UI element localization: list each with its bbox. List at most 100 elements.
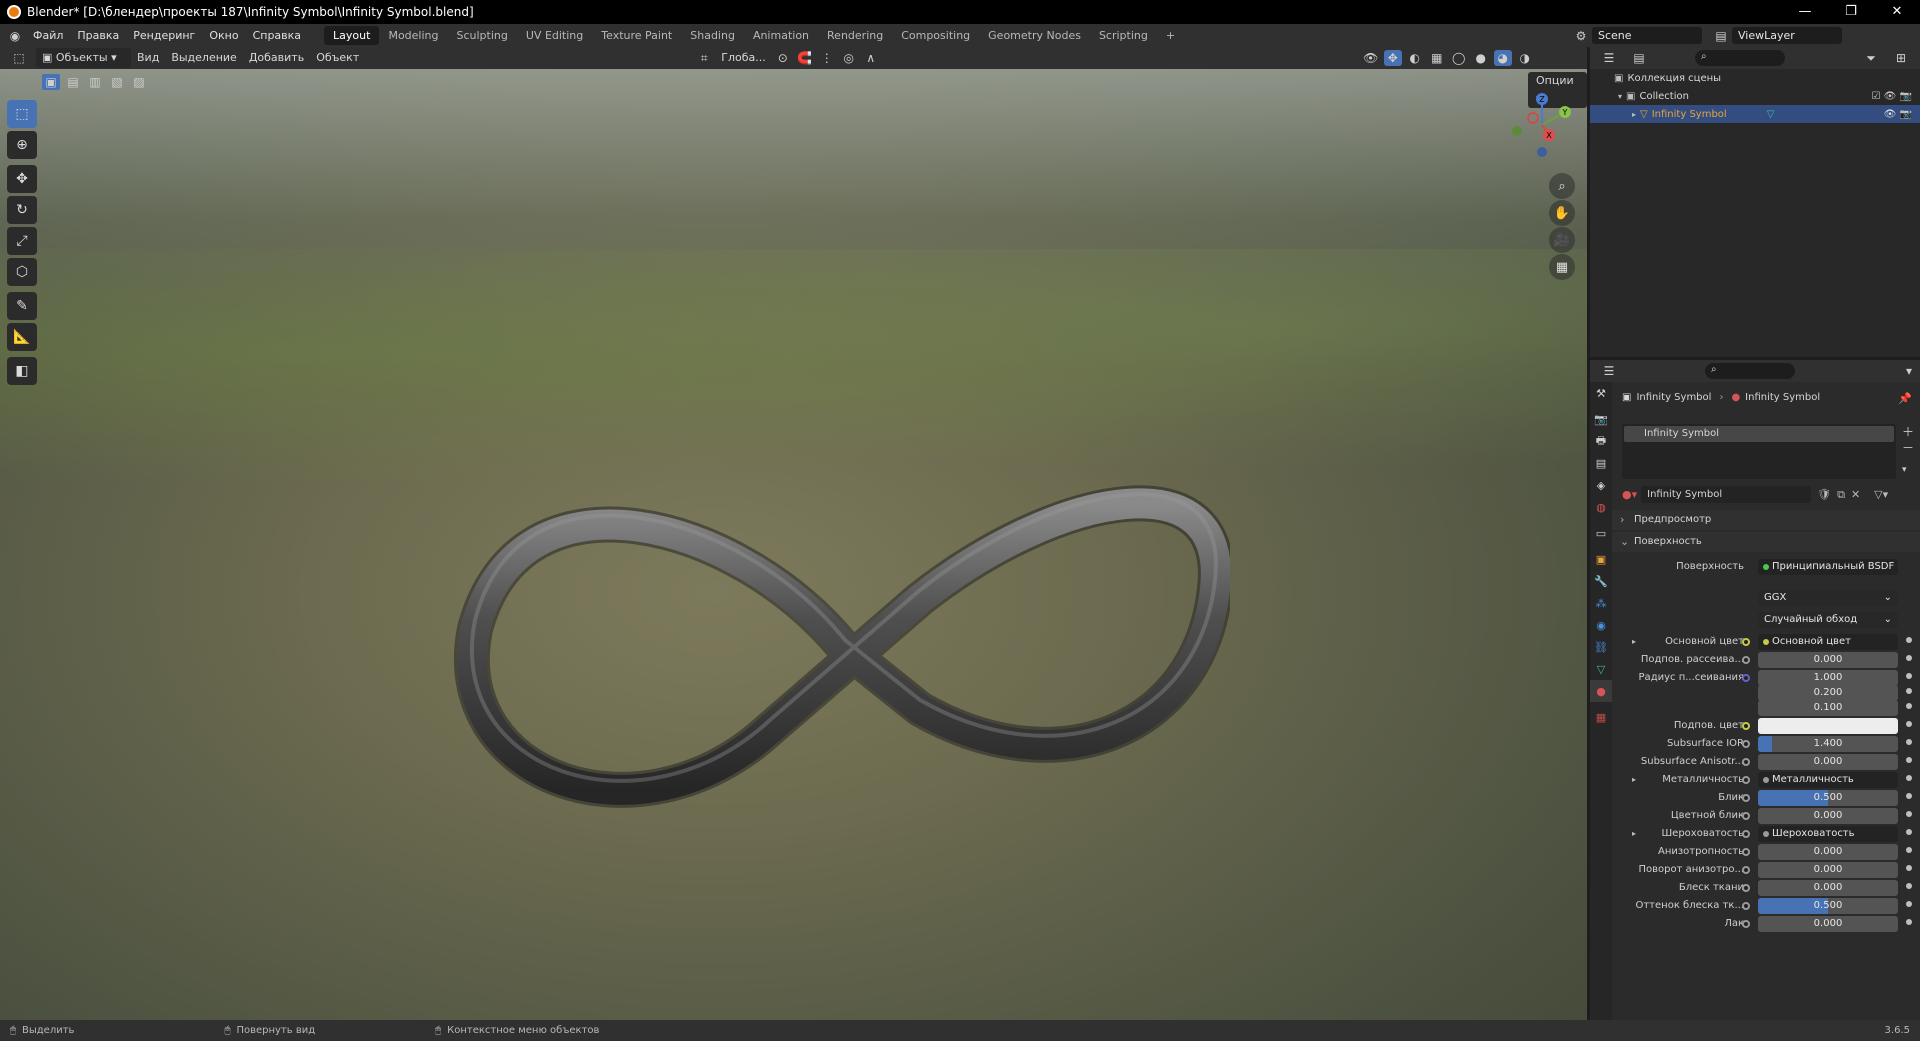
minimize-button[interactable]: — — [1782, 0, 1828, 24]
numeric-field[interactable]: 0.100 — [1758, 700, 1898, 716]
socket-icon[interactable] — [1742, 830, 1750, 838]
scene-icon[interactable]: ⚙ — [1572, 28, 1590, 44]
socket-icon[interactable] — [1742, 920, 1750, 928]
socket-icon[interactable] — [1742, 776, 1750, 784]
proportional-edit-icon[interactable]: ◎ — [840, 50, 858, 66]
numeric-field[interactable]: 0.000 — [1758, 916, 1898, 932]
camera-view-icon[interactable]: 🎥 — [1549, 227, 1575, 253]
socket-icon[interactable] — [1742, 674, 1750, 682]
collection-tab-icon[interactable]: ▭ — [1590, 522, 1612, 544]
numeric-field[interactable]: 0.000 — [1758, 880, 1898, 896]
output-tab-icon[interactable]: 🖶 — [1590, 430, 1612, 452]
subsurface-method-dropdown[interactable]: Случайный обход ⌄ — [1758, 612, 1898, 628]
expand-arrow-icon[interactable]: ▸ — [1632, 633, 1636, 651]
tab-geometry-nodes[interactable]: Geometry Nodes — [979, 26, 1090, 45]
keyframe-dot-icon[interactable] — [1906, 847, 1912, 853]
tab-animation[interactable]: Animation — [744, 26, 818, 45]
scale-tool[interactable]: ⤢ — [7, 227, 37, 255]
physics-tab-icon[interactable]: ◉ — [1590, 614, 1612, 636]
keyframe-dot-icon[interactable] — [1906, 775, 1912, 781]
zoom-icon[interactable]: ⌕ — [1549, 173, 1575, 199]
add-workspace-button[interactable]: + — [1157, 26, 1184, 45]
slot-specials-button[interactable]: ▾ — [1902, 462, 1914, 478]
particles-tab-icon[interactable]: ⁂ — [1590, 592, 1612, 614]
outliner-editor-icon[interactable]: ☰ — [1600, 50, 1618, 66]
outliner-scene-collection[interactable]: ▣ Коллекция сцены — [1590, 69, 1920, 87]
menu-object[interactable]: Объект — [310, 48, 365, 68]
linked-input-field[interactable]: Основной цвет — [1758, 634, 1898, 650]
tab-shading[interactable]: Shading — [681, 26, 744, 45]
tab-scripting[interactable]: Scripting — [1090, 26, 1157, 45]
material-tab-icon[interactable]: ● — [1590, 680, 1612, 702]
xray-icon[interactable]: ▦ — [1428, 50, 1446, 66]
properties-editor-icon[interactable]: ☰ — [1600, 363, 1618, 379]
fake-user-icon[interactable]: 🛡 — [1817, 488, 1831, 501]
solid-shading-icon[interactable]: ● — [1472, 50, 1490, 66]
cursor-tool[interactable]: ⊕ — [7, 131, 37, 159]
select-new-icon[interactable]: ▣ — [42, 74, 60, 90]
expand-arrow-icon[interactable]: ▸ — [1632, 771, 1636, 789]
close-button[interactable]: ✕ — [1874, 0, 1920, 24]
material-name-field[interactable]: Infinity Symbol — [1641, 486, 1812, 503]
tab-rendering[interactable]: Rendering — [818, 26, 892, 45]
keyframe-dot-icon[interactable] — [1906, 883, 1912, 889]
pin-icon[interactable]: 📌 — [1898, 392, 1912, 405]
maximize-button[interactable]: ❐ — [1828, 0, 1874, 24]
wireframe-shading-icon[interactable]: ◯ — [1450, 50, 1468, 66]
annotate-tool[interactable]: ✎ — [7, 292, 37, 320]
falloff-icon[interactable]: ∧ — [862, 50, 880, 66]
numeric-field[interactable]: 1.400 — [1758, 736, 1898, 752]
remove-slot-button[interactable]: － — [1902, 440, 1914, 456]
socket-icon[interactable] — [1742, 848, 1750, 856]
keyframe-dot-icon[interactable] — [1906, 829, 1912, 835]
menu-select[interactable]: Выделение — [165, 48, 243, 68]
socket-icon[interactable] — [1742, 656, 1750, 664]
data-tab-icon[interactable]: ▽ — [1590, 658, 1612, 680]
keyframe-dot-icon[interactable] — [1906, 739, 1912, 745]
3d-viewport[interactable]: ▣ ▤ ▥ ▧ ▨ Опции ▾ ⬚ ⊕ ✥ ↻ ⤢ ⬡ ✎ 📐 ◧ — [0, 69, 1587, 1020]
keyframe-dot-icon[interactable] — [1906, 637, 1912, 643]
tool-tab-icon[interactable]: ⚒ — [1590, 382, 1612, 404]
filter-icon[interactable]: ⏷ — [1862, 50, 1880, 66]
menu-add[interactable]: Добавить — [243, 48, 310, 68]
display-mode-icon[interactable]: ▤ — [1630, 50, 1648, 66]
scene-selector[interactable]: Scene — [1592, 27, 1702, 44]
expand-arrow-icon[interactable]: ▾ — [1618, 92, 1622, 101]
keyframe-dot-icon[interactable] — [1906, 919, 1912, 925]
tab-texture-paint[interactable]: Texture Paint — [592, 26, 681, 45]
socket-icon[interactable] — [1742, 758, 1750, 766]
unlink-material-icon[interactable]: ✕ — [1851, 488, 1860, 501]
move-tool[interactable]: ✥ — [7, 165, 37, 193]
measure-tool[interactable]: 📐 — [7, 323, 37, 351]
socket-icon[interactable] — [1742, 722, 1750, 730]
blender-menu-icon[interactable]: ◉ — [6, 28, 24, 44]
socket-icon[interactable] — [1742, 638, 1750, 646]
new-collection-icon[interactable]: ⊞ — [1892, 50, 1910, 66]
material-preview-icon[interactable]: ◕ — [1493, 50, 1512, 66]
menu-view[interactable]: Вид — [131, 48, 165, 68]
gizmo-toggle-icon[interactable]: ✥ — [1383, 50, 1402, 66]
socket-icon[interactable] — [1742, 794, 1750, 802]
rotate-tool[interactable]: ↻ — [7, 196, 37, 224]
pan-hand-icon[interactable]: ✋ — [1549, 200, 1575, 226]
overlay-icon[interactable]: ◐ — [1406, 50, 1424, 66]
keyframe-dot-icon[interactable] — [1906, 793, 1912, 799]
socket-icon[interactable] — [1742, 866, 1750, 874]
numeric-field[interactable]: 0.000 — [1758, 808, 1898, 824]
keyframe-dot-icon[interactable] — [1906, 655, 1912, 661]
distribution-dropdown[interactable]: GGX ⌄ — [1758, 590, 1898, 606]
keyframe-dot-icon[interactable] — [1906, 688, 1912, 694]
socket-icon[interactable] — [1742, 902, 1750, 910]
menu-window[interactable]: Окно — [202, 24, 245, 47]
material-slot-row[interactable]: Infinity Symbol — [1624, 426, 1894, 442]
transform-tool[interactable]: ⬡ — [7, 258, 37, 286]
transform-orientation-icon[interactable]: ⌗ — [695, 50, 713, 66]
keyframe-dot-icon[interactable] — [1906, 757, 1912, 763]
mesh-data-icon[interactable]: ▽ — [1767, 109, 1775, 120]
infinity-symbol-object[interactable] — [440, 479, 1230, 859]
outliner-infinity-symbol[interactable]: ▸ ▽ Infinity Symbol ▽ 👁 📷 — [1590, 105, 1920, 123]
select-intersect-icon[interactable]: ▨ — [130, 74, 148, 90]
numeric-field[interactable]: 0.000 — [1758, 844, 1898, 860]
expand-arrow-icon[interactable]: ▸ — [1632, 825, 1636, 843]
tab-layout[interactable]: Layout — [324, 26, 380, 45]
